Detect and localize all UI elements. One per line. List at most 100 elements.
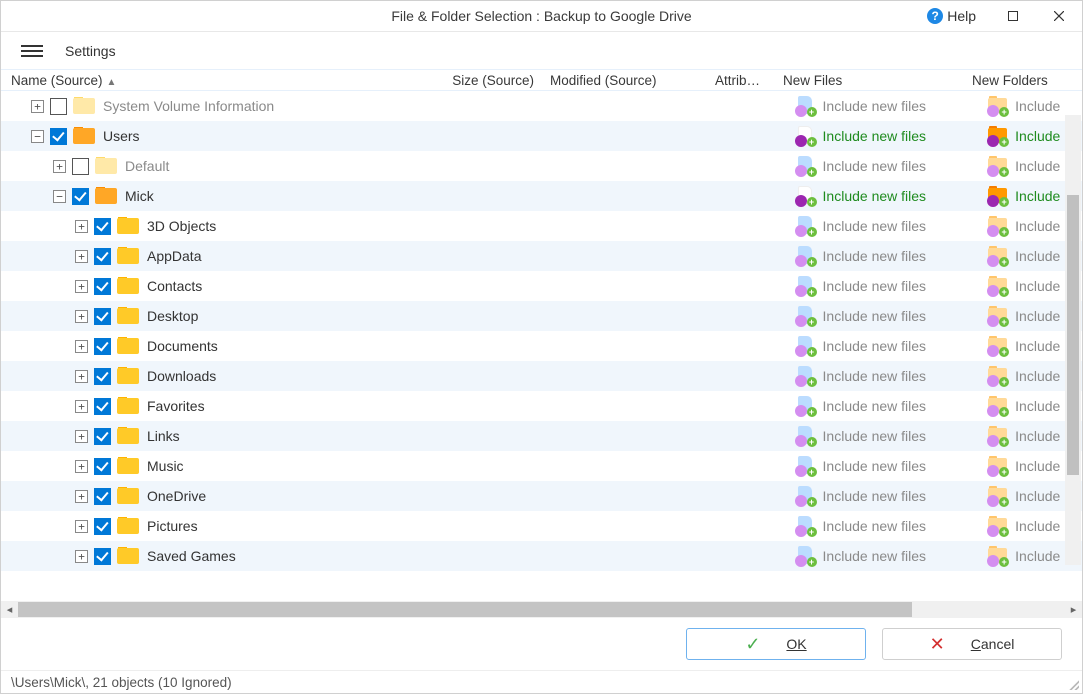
maximize-button[interactable] [990,1,1036,31]
checkbox[interactable] [94,218,111,235]
newfiles-cell[interactable]: +Include new files [795,365,988,387]
newfolders-icon: + [987,215,1009,237]
tree-row[interactable]: +Contacts+Include new files+Include [1,271,1082,301]
expand-icon[interactable]: + [75,220,88,233]
newfiles-icon: + [795,185,817,207]
column-modified[interactable]: Modified (Source) [544,73,709,88]
tree-row[interactable]: +Saved Games+Include new files+Include [1,541,1082,571]
scrollbar-track[interactable] [18,602,912,617]
newfiles-cell[interactable]: +Include new files [795,185,988,207]
tree-view[interactable]: +System Volume Information+Include new f… [1,91,1082,601]
expand-icon[interactable]: + [75,490,88,503]
checkbox[interactable] [94,338,111,355]
newfiles-text: Include new files [823,398,927,414]
tree-row[interactable]: +Links+Include new files+Include [1,421,1082,451]
checkbox[interactable] [94,548,111,565]
checkbox[interactable] [94,308,111,325]
expand-icon[interactable]: + [53,160,66,173]
resize-grip[interactable] [1067,678,1079,690]
tree-row[interactable]: +Documents+Include new files+Include [1,331,1082,361]
expand-icon[interactable]: + [75,250,88,263]
expand-icon[interactable]: + [75,400,88,413]
newfiles-icon: + [795,155,817,177]
settings-menu[interactable]: Settings [65,43,116,59]
folder-icon [117,487,139,505]
checkbox[interactable] [94,398,111,415]
newfiles-cell[interactable]: +Include new files [795,335,988,357]
column-name[interactable]: Name (Source)▲ [1,73,419,88]
tree-row[interactable]: +AppData+Include new files+Include [1,241,1082,271]
expand-icon[interactable]: + [75,310,88,323]
checkbox[interactable] [72,188,89,205]
tree-row[interactable]: +Downloads+Include new files+Include [1,361,1082,391]
newfiles-text: Include new files [823,548,927,564]
expand-icon[interactable]: + [75,370,88,383]
checkbox[interactable] [50,98,67,115]
tree-row[interactable]: +OneDrive+Include new files+Include [1,481,1082,511]
column-newfiles[interactable]: New Files [777,73,966,88]
expand-icon[interactable]: + [75,280,88,293]
hamburger-icon[interactable] [21,42,43,60]
tree-row[interactable]: +Favorites+Include new files+Include [1,391,1082,421]
newfolders-cell[interactable]: +Include [987,95,1082,117]
cancel-button[interactable]: ✕ Cancel [882,628,1062,660]
expand-icon[interactable]: + [75,430,88,443]
expand-icon[interactable]: + [75,340,88,353]
tree-row[interactable]: +Desktop+Include new files+Include [1,301,1082,331]
folder-icon [117,517,139,535]
folder-icon [73,127,95,145]
checkbox[interactable] [94,428,111,445]
row-label: Favorites [147,398,205,414]
expand-icon[interactable]: + [75,460,88,473]
scrollbar-thumb[interactable] [1067,195,1079,475]
newfiles-cell[interactable]: + Include new files [795,155,988,177]
newfiles-cell[interactable]: +Include new files [795,275,988,297]
sort-asc-icon: ▲ [107,77,117,88]
newfiles-cell[interactable]: +Include new files [795,515,988,537]
newfiles-cell[interactable]: +Include new files [795,485,988,507]
tree-row[interactable]: −Mick+Include new files+Include [1,181,1082,211]
ok-button[interactable]: ✓ OK [686,628,866,660]
collapse-icon[interactable]: − [31,130,44,143]
checkbox[interactable] [94,488,111,505]
tree-row[interactable]: +System Volume Information+Include new f… [1,91,1082,121]
newfiles-cell[interactable]: +Include new files [795,245,988,267]
expand-icon[interactable]: + [75,520,88,533]
folder-icon [117,307,139,325]
checkbox[interactable] [94,368,111,385]
expand-icon[interactable]: + [75,550,88,563]
column-attrib[interactable]: Attrib… [709,73,777,88]
check-icon: ✓ [745,634,760,655]
newfiles-cell[interactable]: +Include new files [795,215,988,237]
scroll-left-icon[interactable]: ◂ [1,601,18,618]
horizontal-scrollbar[interactable]: ◂ ▸ [1,601,1082,618]
checkbox[interactable] [94,458,111,475]
column-size[interactable]: Size (Source) [419,73,544,88]
newfiles-cell[interactable]: +Include new files [795,545,988,567]
newfiles-cell[interactable]: +Include new files [795,125,988,147]
collapse-icon[interactable]: − [53,190,66,203]
button-bar: ✓ OK ✕ Cancel [1,618,1082,670]
tree-row[interactable]: +Pictures+Include new files+Include [1,511,1082,541]
newfiles-cell[interactable]: +Include new files [795,455,988,477]
tree-row[interactable]: +Default+Include new files+Include [1,151,1082,181]
newfiles-cell[interactable]: +Include new files [795,305,988,327]
close-button[interactable] [1036,1,1082,31]
checkbox[interactable] [94,518,111,535]
expand-icon[interactable]: + [31,100,44,113]
newfiles-text: Include new files [823,158,927,174]
newfiles-cell[interactable]: +Include new files [795,395,988,417]
column-newfolders[interactable]: New Folders [966,73,1074,88]
tree-row[interactable]: +Music+Include new files+Include [1,451,1082,481]
newfiles-cell[interactable]: +Include new files [795,425,988,447]
tree-row[interactable]: +3D Objects+Include new files+Include [1,211,1082,241]
tree-row[interactable]: −Users+Include new files+Include [1,121,1082,151]
checkbox[interactable] [72,158,89,175]
vertical-scrollbar[interactable] [1065,115,1081,565]
checkbox[interactable] [94,278,111,295]
checkbox[interactable] [94,248,111,265]
newfiles-cell[interactable]: +Include new files [795,95,988,117]
scroll-right-icon[interactable]: ▸ [1065,601,1082,618]
checkbox[interactable] [50,128,67,145]
help-button[interactable]: ? Help [913,8,990,24]
